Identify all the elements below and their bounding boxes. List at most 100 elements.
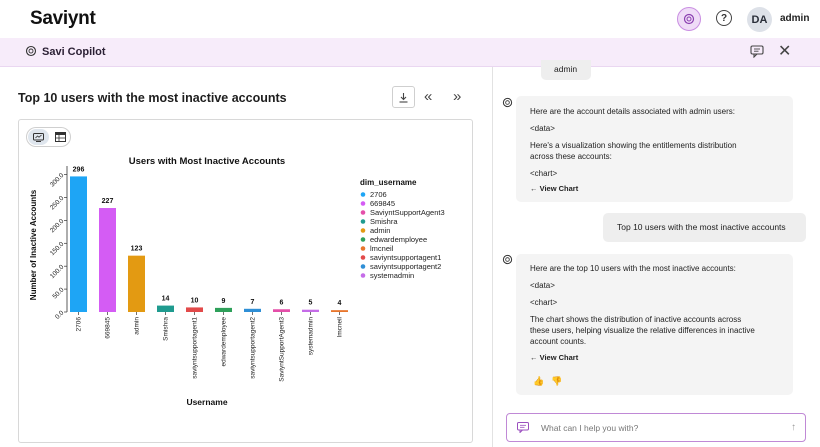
message-icon xyxy=(517,422,529,433)
x-tick-label: admin xyxy=(134,317,141,335)
download-button[interactable] xyxy=(392,86,415,108)
legend-swatch xyxy=(360,255,366,260)
copilot-toggle-button[interactable] xyxy=(677,7,701,31)
bar xyxy=(302,309,319,312)
user-message-text: Top 10 users with the most inactive acco… xyxy=(617,222,786,232)
x-axis-label: Username xyxy=(186,397,227,407)
chart-card: Users with Most Inactive Accounts Number… xyxy=(18,119,473,443)
bars-layer: 0.0 50.0 100.0 150.0 200.0 250.0 300.0 296 2706 2… xyxy=(49,166,348,382)
bar-value-label: 7 xyxy=(251,299,255,306)
user-message: admin xyxy=(541,60,592,80)
bar xyxy=(70,176,87,312)
download-icon xyxy=(399,92,408,103)
thumbs-up-icon[interactable]: 👍 xyxy=(533,376,544,387)
panel-title: Top 10 users with the most inactive acco… xyxy=(18,91,287,105)
legend-label: edwardemployee xyxy=(370,235,427,244)
thumbs-down-icon[interactable]: 👎 xyxy=(551,376,562,387)
bar-value-label: 227 xyxy=(102,198,114,205)
table-view-button[interactable] xyxy=(52,130,68,144)
bar xyxy=(186,307,203,312)
bar xyxy=(244,308,261,312)
bar-chart: Users with Most Inactive Accounts Number… xyxy=(29,156,445,407)
legend-swatch xyxy=(360,246,366,251)
legend-swatch xyxy=(360,237,366,242)
user-message: Top 10 users with the most inactive acco… xyxy=(603,213,806,242)
legend-label: 669845 xyxy=(370,199,395,208)
bot-message-line: account counts. xyxy=(530,337,587,346)
y-tick-label: 250.0 xyxy=(49,195,66,212)
panel-divider xyxy=(492,67,493,447)
x-tick-label: Smishra xyxy=(163,317,170,341)
next-chart-button[interactable]: » xyxy=(453,88,461,105)
previous-chart-button[interactable]: « xyxy=(424,88,432,105)
avatar[interactable]: DA xyxy=(747,7,772,32)
chat-history-icon[interactable] xyxy=(750,45,764,58)
bar-value-label: 9 xyxy=(222,298,226,305)
bar xyxy=(331,310,348,312)
y-tick-label: 50.0 xyxy=(52,286,66,300)
chat-input-box: ↑ xyxy=(506,413,806,442)
legend-label: lmcneil xyxy=(370,244,394,253)
bot-message-line: across these accounts: xyxy=(530,152,612,161)
bot-avatar-icon xyxy=(502,254,513,265)
y-tick-label: 100.0 xyxy=(49,263,66,280)
saviynt-logo[interactable]: Saviynt xyxy=(30,8,96,30)
legend-label: Smishra xyxy=(370,217,398,226)
bar xyxy=(157,305,174,312)
bar-value-label: 14 xyxy=(162,296,170,303)
legend-label: saviyntsupportagent2 xyxy=(370,262,441,271)
legend-label: systemadmin xyxy=(370,271,414,280)
chart-title: Users with Most Inactive Accounts xyxy=(129,156,285,167)
y-tick-label: 200.0 xyxy=(49,218,66,235)
bot-avatar-icon xyxy=(502,97,513,108)
y-axis-label: Number of Inactive Accounts xyxy=(29,189,38,300)
bar-value-label: 123 xyxy=(131,246,143,253)
legend-title: dim_username xyxy=(360,178,417,187)
chart-view-icon xyxy=(33,132,44,142)
bar-value-label: 5 xyxy=(309,300,313,307)
bot-message-line: The chart shows the distribution of inac… xyxy=(530,315,742,324)
bar-value-label: 296 xyxy=(73,166,85,173)
bar xyxy=(99,208,116,312)
bot-message-line: Here are the account details associated … xyxy=(530,107,735,116)
user-message-text: admin xyxy=(554,64,578,74)
bot-message-line: <chart> xyxy=(530,298,558,307)
copilot-title: Savi Copilot xyxy=(42,46,106,58)
view-chart-link[interactable]: ← View Chart xyxy=(530,183,578,194)
y-tick-label: 150.0 xyxy=(49,240,66,257)
bar-value-label: 6 xyxy=(280,299,284,306)
bar-value-label: 10 xyxy=(191,297,199,304)
copilot-sparkle-icon xyxy=(683,13,695,25)
bot-message-line: these users, helping visualize the relat… xyxy=(530,326,755,335)
x-tick-label: 2706 xyxy=(76,317,83,332)
bar xyxy=(273,309,290,312)
legend-swatch xyxy=(360,219,366,224)
x-tick-label: saviyntsupportagent1 xyxy=(192,317,199,379)
legend-swatch xyxy=(360,192,366,197)
legend-swatch xyxy=(360,201,366,206)
bot-message: Here are the top 10 users with the most … xyxy=(516,254,793,395)
legend-label: saviyntsupportagent1 xyxy=(370,253,441,262)
close-icon[interactable]: ✕ xyxy=(778,44,791,60)
bot-message-line: <data> xyxy=(530,281,555,290)
view-toggle xyxy=(26,127,71,147)
legend-label: 2706 xyxy=(370,190,387,199)
x-tick-label: edwardemployee xyxy=(221,317,228,367)
send-icon[interactable]: ↑ xyxy=(791,422,796,433)
view-chart-link[interactable]: ← View Chart xyxy=(530,352,578,363)
help-icon[interactable]: ? xyxy=(716,10,732,26)
user-name[interactable]: admin xyxy=(780,13,809,24)
x-tick-label: saviyntsupportagent2 xyxy=(250,317,257,379)
bot-message: Here are the account details associated … xyxy=(516,96,793,202)
legend-label: admin xyxy=(370,226,390,235)
chart-legend: 2706669845SaviyntSupportAgent3Smishraadm… xyxy=(360,190,445,280)
legend-swatch xyxy=(360,273,366,278)
chart-view-button[interactable] xyxy=(28,129,49,145)
chat-input[interactable] xyxy=(541,420,781,436)
legend-swatch xyxy=(360,210,366,215)
bar-value-label: 4 xyxy=(338,300,342,307)
y-tick-label: 0.0 xyxy=(54,309,66,321)
legend-label: SaviyntSupportAgent3 xyxy=(370,208,445,217)
bot-message-line: <chart> xyxy=(530,169,558,178)
bar xyxy=(128,255,145,312)
